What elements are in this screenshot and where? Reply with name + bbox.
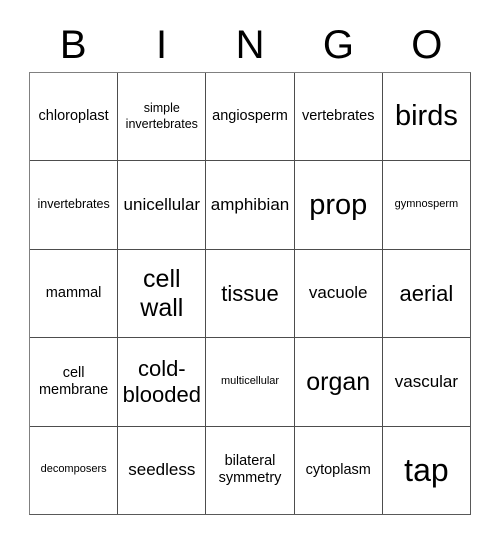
bingo-grid: chloroplast simple invertebrates angiosper… (29, 72, 471, 515)
bingo-cell-label: gymnosperm (394, 198, 459, 211)
bingo-row: mammal cell wall tissue vacuole aerial (30, 248, 471, 338)
bingo-card: B I N G O chloroplast simple invertebrate… (0, 0, 500, 544)
bingo-cell-label: angiosperm (212, 108, 288, 124)
bingo-cell[interactable]: multicellular (205, 338, 294, 426)
bingo-cell[interactable]: vertebrates (293, 73, 382, 161)
bingo-cell-label: decomposers (40, 463, 107, 476)
bingo-cell-label: vascular (394, 371, 459, 391)
bingo-cell-label: organ (306, 367, 371, 396)
bingo-cell[interactable]: chloroplast (30, 73, 118, 161)
bingo-cell[interactable]: cold-blooded (117, 338, 206, 426)
bingo-cell-label: invertebrates (37, 197, 110, 212)
bingo-cell[interactable]: angiosperm (205, 73, 294, 161)
bingo-cell[interactable]: tissue (205, 249, 294, 338)
bingo-row: decomposers seedless bilateral symmetry cyt… (30, 425, 471, 515)
bingo-cell[interactable]: bilateral symmetry (205, 426, 294, 515)
bingo-cell-label: chloroplast (38, 108, 109, 124)
bingo-row: chloroplast simple invertebrates angiosper… (30, 73, 471, 161)
bingo-cell[interactable]: cytoplasm (293, 426, 382, 515)
bingo-cell-label: multicellular (220, 375, 280, 388)
bingo-cell-label: tissue (221, 280, 279, 306)
bingo-cell-label: cell membrane (38, 364, 109, 398)
bingo-cell[interactable]: simple invertebrates (117, 73, 206, 161)
bingo-cell-label: prop (309, 188, 368, 221)
bingo-row: invertebrates unicellular amphibian prop gym… (30, 160, 471, 249)
bingo-cell[interactable]: organ (293, 338, 382, 426)
header-letter-o: O (411, 23, 443, 67)
bingo-cell-label: vertebrates (301, 108, 375, 124)
bingo-cell-label: birds (394, 100, 458, 133)
bingo-header-row: B I N G O (29, 18, 471, 72)
header-letter-g: G (322, 23, 354, 67)
bingo-cell[interactable]: tap (381, 426, 471, 515)
bingo-cell-label: aerial (399, 280, 454, 306)
bingo-cell-label: unicellular (123, 194, 201, 214)
bingo-cell[interactable]: aerial (381, 249, 471, 338)
bingo-cell[interactable]: vascular (381, 338, 471, 426)
bingo-cell-label: cytoplasm (305, 461, 371, 478)
bingo-cell-label: mammal (45, 284, 102, 301)
bingo-cell-label: amphibian (210, 194, 290, 214)
header-letter-b: B (59, 23, 87, 67)
bingo-cell[interactable]: prop (293, 161, 382, 249)
bingo-cell[interactable]: mammal (30, 249, 118, 338)
bingo-cell[interactable]: cell membrane (30, 338, 118, 426)
bingo-cell-label: cold-blooded (122, 355, 201, 407)
bingo-cell-label: bilateral symmetry (218, 452, 282, 487)
bingo-cell[interactable]: vacuole (293, 249, 382, 338)
bingo-row: cell membrane cold-blooded multicellular or… (30, 337, 471, 426)
bingo-cell-label: cell wall (140, 264, 184, 322)
bingo-cell[interactable]: seedless (117, 426, 206, 515)
bingo-cell-label: tap (404, 451, 449, 488)
bingo-cell[interactable]: decomposers (30, 426, 118, 515)
bingo-cell[interactable]: unicellular (117, 161, 206, 249)
bingo-cell[interactable]: birds (381, 73, 471, 161)
bingo-cell[interactable]: amphibian (205, 161, 294, 249)
bingo-cell[interactable]: invertebrates (30, 161, 118, 249)
header-letter-n: N (235, 23, 265, 67)
bingo-cell-label: simple invertebrates (125, 101, 198, 131)
bingo-cell-label: vacuole (308, 283, 368, 303)
bingo-cell-label: seedless (128, 460, 196, 480)
bingo-cell[interactable]: gymnosperm (381, 161, 471, 249)
header-letter-i: I (156, 23, 168, 67)
bingo-cell[interactable]: cell wall (117, 249, 206, 338)
